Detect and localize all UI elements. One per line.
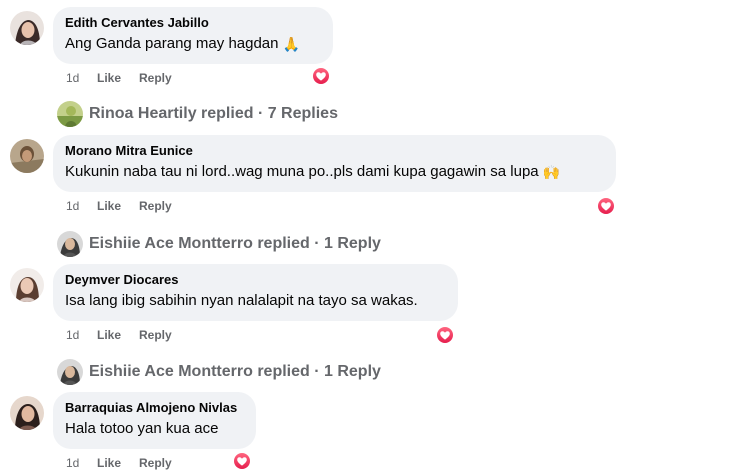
comment-author[interactable]: Deymver Diocares <box>65 272 445 288</box>
comment-item: Deymver Diocares Isa lang ibig sabihin n… <box>0 264 750 345</box>
folded-hands-emoji: 🙏 <box>282 36 300 52</box>
comment-item: Edith Cervantes Jabillo Ang Ganda parang… <box>0 7 750 87</box>
comment-actions: 1d Like Reply <box>66 199 172 213</box>
comment-bubble: Barraquias Almojeno Nivlas Hala totoo ya… <box>53 392 256 449</box>
raising-hands-emoji: 🙌 <box>542 164 561 180</box>
reply-button[interactable]: Reply <box>139 71 172 85</box>
comment-bubble: Morano Mitra Eunice Kukunin naba tau ni … <box>53 135 616 192</box>
comment-text: Hala totoo yan kua ace <box>65 420 219 437</box>
comment-text: Ang Ganda parang may hagdan <box>65 35 279 52</box>
comment-text: Isa lang ibig sabihin nyan nalalapit na … <box>65 292 418 309</box>
comment-author[interactable]: Barraquias Almojeno Nivlas <box>65 400 243 416</box>
comment-author[interactable]: Edith Cervantes Jabillo <box>65 15 320 31</box>
comment-text-line: Isa lang ibig sabihin nyan nalalapit na … <box>65 291 445 311</box>
reply-avatar <box>57 231 83 257</box>
comment-time[interactable]: 1d <box>66 199 97 213</box>
like-button[interactable]: Like <box>97 71 139 85</box>
avatar[interactable] <box>10 139 44 173</box>
comment-text-line: Hala totoo yan kua ace <box>65 419 243 439</box>
reply-button[interactable]: Reply <box>139 456 172 470</box>
love-heart-icon <box>598 198 614 214</box>
view-replies-link[interactable]: Rinoa Heartily replied · 7 Replies <box>57 101 347 127</box>
comment-time[interactable]: 1d <box>66 71 97 85</box>
reply-summary-text: Rinoa Heartily replied · 7 Replies <box>89 105 338 122</box>
comment-actions: 1d Like Reply <box>66 71 172 85</box>
reply-summary-text: Eishiie Ace Montterro replied · 1 Reply <box>89 363 381 380</box>
love-heart-icon <box>437 327 453 343</box>
comment-text: Kukunin naba tau ni lord..wag muna po..p… <box>65 163 539 180</box>
reaction-badge[interactable] <box>596 196 616 216</box>
reaction-badge[interactable] <box>232 451 252 471</box>
reply-button[interactable]: Reply <box>139 328 172 342</box>
comment-item: Barraquias Almojeno Nivlas Hala totoo ya… <box>0 392 750 471</box>
reply-button[interactable]: Reply <box>139 199 172 213</box>
like-button[interactable]: Like <box>97 328 139 342</box>
like-button[interactable]: Like <box>97 199 139 213</box>
like-button[interactable]: Like <box>97 456 139 470</box>
love-heart-icon <box>234 453 250 469</box>
comment-bubble: Edith Cervantes Jabillo Ang Ganda parang… <box>53 7 333 64</box>
comment-actions: 1d Like Reply <box>66 328 172 342</box>
avatar[interactable] <box>10 396 44 430</box>
comment-author[interactable]: Morano Mitra Eunice <box>65 143 603 159</box>
reaction-badge[interactable] <box>435 325 455 345</box>
comment-time[interactable]: 1d <box>66 456 97 470</box>
view-replies-link[interactable]: Eishiie Ace Montterro replied · 1 Reply <box>57 359 387 385</box>
avatar[interactable] <box>10 268 44 302</box>
comment-text-line: Kukunin naba tau ni lord..wag muna po..p… <box>65 162 603 182</box>
reply-avatar <box>57 101 83 127</box>
comment-bubble: Deymver Diocares Isa lang ibig sabihin n… <box>53 264 458 321</box>
comment-thread: Edith Cervantes Jabillo Ang Ganda parang… <box>0 0 750 471</box>
comment-time[interactable]: 1d <box>66 328 97 342</box>
comment-text-line: Ang Ganda parang may hagdan 🙏 <box>65 34 320 54</box>
comment-actions: 1d Like Reply <box>66 456 172 470</box>
avatar[interactable] <box>10 11 44 45</box>
reaction-badge[interactable] <box>311 66 331 86</box>
love-heart-icon <box>313 68 329 84</box>
comment-item: Morano Mitra Eunice Kukunin naba tau ni … <box>0 135 750 216</box>
reply-avatar <box>57 359 83 385</box>
reply-summary-text: Eishiie Ace Montterro replied · 1 Reply <box>89 235 381 252</box>
view-replies-link[interactable]: Eishiie Ace Montterro replied · 1 Reply <box>57 231 387 257</box>
